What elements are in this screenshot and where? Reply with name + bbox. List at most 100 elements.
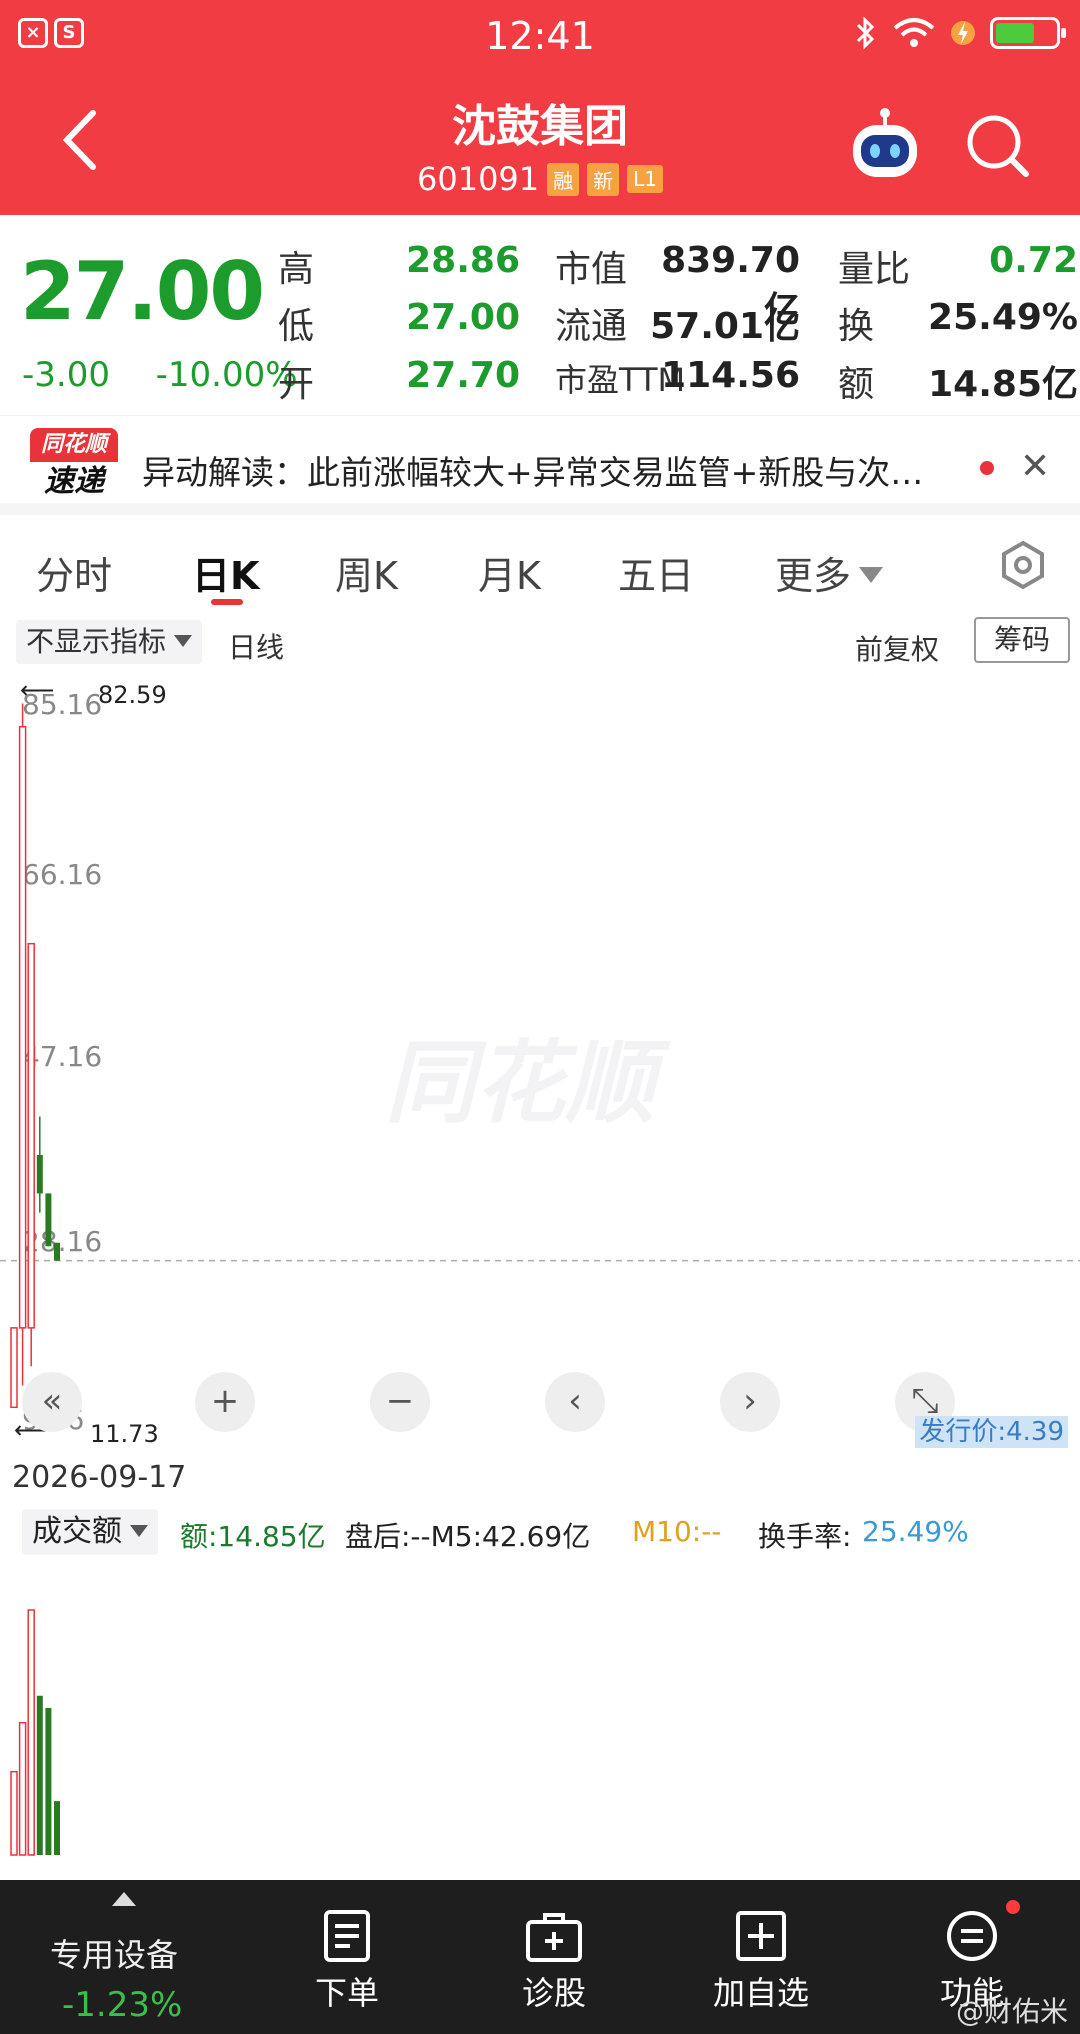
volume-selector[interactable]: 成交额 bbox=[22, 1509, 158, 1555]
price-change: -3.00 -10.00% bbox=[22, 355, 298, 395]
candle-body bbox=[18, 725, 27, 1329]
period-label: 日线 bbox=[228, 631, 285, 664]
tab-weekly-k[interactable]: 周K bbox=[335, 545, 398, 600]
volume-ratio-label: 量比 bbox=[838, 249, 911, 290]
tonghuashun-express-logo: 同花顺 速递 bbox=[30, 428, 118, 504]
add-watchlist-button[interactable]: 加自选 bbox=[713, 1910, 809, 2014]
close-icon[interactable]: ✕ bbox=[1020, 446, 1050, 487]
header-bar: × S 12:41 沈鼓集团 601091 融 新 L1 bbox=[0, 0, 1080, 215]
indicator-label: 不显示指标 bbox=[26, 625, 167, 658]
scroll-right-button[interactable]: › bbox=[720, 1372, 780, 1432]
low-label: 低 bbox=[278, 306, 315, 347]
tag-margin: 融 bbox=[547, 162, 580, 196]
expand-up-icon[interactable] bbox=[112, 1892, 136, 1906]
watermark-credit: @财佑米 bbox=[955, 1995, 1068, 2028]
high-label: 高 bbox=[278, 249, 315, 290]
sector-name[interactable]: 专用设备 bbox=[50, 1930, 178, 1976]
tag-new: 新 bbox=[587, 162, 620, 196]
rewind-button[interactable]: « bbox=[22, 1372, 82, 1432]
candle-body bbox=[27, 942, 35, 1329]
news-text[interactable]: 异动解读：此前涨幅较大+异常交易监管+新股与次… bbox=[142, 446, 982, 494]
open-label: 开 bbox=[278, 364, 315, 405]
float-cap-value: 57.01亿 bbox=[650, 306, 800, 347]
news-banner[interactable]: 同花顺 速递 异动解读：此前涨幅较大+异常交易监管+新股与次… ✕ bbox=[0, 415, 1080, 515]
afterhours-text: 盘后:--M5:42.69亿 bbox=[345, 1520, 591, 1553]
amount-text: 额:14.85亿 bbox=[180, 1520, 326, 1553]
logo-top-text: 同花顺 bbox=[30, 428, 118, 462]
function-badge-dot bbox=[1006, 1900, 1020, 1914]
chart-date: 2026-09-17 bbox=[12, 1460, 187, 1495]
chart-tabs: 分时 日K 周K 月K 五日 更多 bbox=[0, 527, 1080, 612]
zoom-out-button[interactable]: − bbox=[370, 1372, 430, 1432]
high-marker: 82.59 bbox=[98, 681, 167, 709]
tab-more[interactable]: 更多 bbox=[775, 545, 884, 600]
order-label: 下单 bbox=[315, 1974, 380, 2012]
turnover-rate-value: 25.49% bbox=[862, 1515, 969, 1548]
scroll-left-button[interactable]: ‹ bbox=[545, 1372, 605, 1432]
change-percent: -10.00% bbox=[155, 355, 298, 395]
candle-body bbox=[36, 1154, 43, 1194]
amount-value: 14.85亿 bbox=[928, 364, 1078, 405]
bottom-nav: 专用设备 -1.23% 下单 诊股 加自选 功能 @财佑米 bbox=[0, 1880, 1080, 2034]
volume-bar bbox=[10, 1770, 18, 1856]
bluetooth-icon bbox=[856, 16, 875, 50]
caret-down-icon bbox=[174, 635, 193, 647]
tag-l1: L1 bbox=[627, 165, 664, 193]
high-value: 28.86 bbox=[406, 240, 520, 281]
high-arrow-icon: ⟵ bbox=[20, 676, 55, 704]
candle-body bbox=[54, 1242, 60, 1261]
battery-icon bbox=[990, 17, 1066, 49]
volume-bar bbox=[18, 1721, 27, 1856]
order-document-icon bbox=[324, 1910, 370, 1962]
add-square-icon bbox=[736, 1911, 786, 1961]
unread-dot bbox=[980, 461, 994, 475]
last-price: 27.00 bbox=[20, 245, 265, 338]
volume-bar bbox=[27, 1609, 35, 1856]
volume-svg bbox=[10, 1609, 60, 1856]
kline-svg bbox=[0, 703, 1080, 1409]
order-button[interactable]: 下单 bbox=[315, 1910, 379, 2014]
active-tab-indicator bbox=[211, 599, 243, 605]
volume-bar bbox=[36, 1695, 43, 1855]
open-value: 27.70 bbox=[406, 355, 520, 396]
tab-daily-k[interactable]: 日K bbox=[192, 545, 259, 600]
search-icon[interactable] bbox=[962, 110, 1032, 180]
diagnose-button[interactable]: 诊股 bbox=[522, 1910, 586, 2014]
chips-button[interactable]: 筹码 bbox=[974, 617, 1070, 663]
volume-bar bbox=[54, 1801, 60, 1855]
tab-intraday[interactable]: 分时 bbox=[36, 545, 112, 600]
low-value: 27.00 bbox=[406, 297, 520, 338]
caret-down-icon bbox=[130, 1525, 148, 1537]
diagnose-kit-icon bbox=[526, 1913, 582, 1962]
candle-body bbox=[45, 1193, 52, 1247]
chevron-down-icon bbox=[859, 567, 884, 583]
market-cap-label: 市值 bbox=[555, 249, 628, 290]
volume-selector-label: 成交额 bbox=[32, 1514, 122, 1549]
turnover-label: 换 bbox=[838, 306, 875, 347]
quote-panel: 27.00 -3.00 -10.00% 高 28.86 市值 839.70亿 量… bbox=[0, 215, 1080, 415]
low-marker: 11.73 bbox=[90, 1420, 159, 1448]
charging-icon bbox=[951, 21, 975, 45]
zoom-in-button[interactable]: + bbox=[195, 1372, 255, 1432]
volume-header: 成交额 额:14.85亿 盘后:--M5:42.69亿 M10:-- 换手率: … bbox=[0, 1505, 1080, 1561]
tab-more-label: 更多 bbox=[775, 554, 852, 598]
indicator-selector[interactable]: 不显示指标 bbox=[16, 620, 203, 664]
menu-circle-icon bbox=[947, 1911, 997, 1961]
robot-assistant-icon[interactable] bbox=[845, 105, 925, 185]
adjust-label[interactable]: 前复权 bbox=[855, 628, 939, 668]
stock-code: 601091 bbox=[416, 160, 540, 198]
change-amount: -3.00 bbox=[22, 355, 110, 395]
tab-monthly-k[interactable]: 月K bbox=[478, 545, 541, 600]
pe-ttm-value: 114.56 bbox=[661, 355, 800, 396]
amount-label: 额 bbox=[838, 364, 875, 405]
m10-text: M10:-- bbox=[632, 1515, 722, 1548]
add-watchlist-label: 加自选 bbox=[713, 1974, 810, 2012]
settings-hex-icon[interactable] bbox=[998, 540, 1048, 590]
tab-five-day[interactable]: 五日 bbox=[618, 545, 694, 600]
volume-ratio-value: 0.72 bbox=[989, 240, 1078, 281]
volume-bar bbox=[45, 1708, 52, 1855]
turnover-rate-label: 换手率: bbox=[758, 1520, 852, 1553]
turnover-value: 25.49% bbox=[928, 297, 1078, 338]
candle-body bbox=[10, 1327, 18, 1409]
status-bar: × S 12:41 bbox=[0, 0, 1080, 70]
